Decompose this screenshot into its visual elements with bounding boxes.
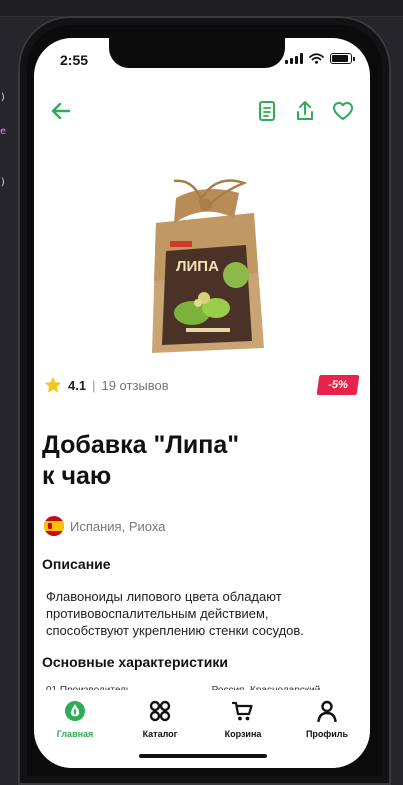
wifi-icon — [309, 53, 324, 64]
editor-line: ) — [0, 177, 7, 188]
back-button[interactable] — [48, 98, 74, 124]
tab-home-label: Главная — [56, 729, 94, 739]
tab-home[interactable]: Главная — [40, 700, 110, 739]
origin-text: Испания, Риоха — [70, 518, 166, 534]
share-icon — [297, 101, 313, 120]
characteristics-heading: Основные характеристики — [42, 654, 228, 670]
product-title-line-2: к чаю — [42, 462, 112, 490]
heart-icon — [333, 102, 353, 120]
status-time: 2:55 — [60, 52, 89, 68]
app-screen: 2:55 ЛИПА 4.1 | 19 отзывов -5% Добавка "… — [34, 38, 370, 768]
share-button[interactable] — [292, 98, 318, 124]
tab-cart[interactable]: Корзина — [208, 700, 278, 739]
tab-catalog[interactable]: Каталог — [125, 700, 195, 739]
home-indicator[interactable] — [139, 754, 267, 758]
editor-line: ) — [0, 92, 7, 103]
editor-line: e — [0, 126, 7, 137]
spain-flag-icon — [44, 516, 64, 536]
editor-topbar — [0, 0, 403, 17]
spar-logo-icon — [65, 701, 85, 721]
description-heading: Описание — [42, 556, 111, 572]
document-icon — [259, 101, 275, 121]
rating[interactable]: 4.1 | 19 отзывов — [44, 376, 169, 394]
description-text: Флавоноиды липового цвета обладают проти… — [46, 589, 304, 638]
discount-badge: -5% — [316, 375, 360, 395]
product-top-bar — [34, 94, 370, 128]
product-title: Добавка "Липа" к чаю — [42, 430, 342, 492]
arrow-left-icon — [51, 102, 71, 120]
star-icon — [44, 376, 62, 393]
reviews-count[interactable]: 19 отзывов — [101, 378, 168, 393]
document-button[interactable] — [254, 98, 280, 124]
status-icons — [285, 53, 355, 64]
signal-icon — [285, 53, 303, 64]
product-image: ЛИПА — [104, 163, 304, 363]
user-icon — [317, 700, 337, 722]
tab-profile[interactable]: Профиль — [292, 700, 362, 739]
tab-profile-label: Профиль — [305, 729, 349, 739]
cart-icon — [232, 701, 253, 721]
battery-icon — [330, 53, 355, 64]
rating-separator: | — [92, 377, 96, 393]
product-label-text: ЛИПА — [176, 258, 219, 275]
phone-notch — [109, 38, 285, 68]
tab-cart-label: Корзина — [224, 729, 262, 739]
product-title-line-1: Добавка "Липа" — [42, 431, 240, 459]
tab-catalog-label: Каталог — [142, 729, 178, 739]
favorite-button[interactable] — [330, 98, 356, 124]
grid-icon — [149, 700, 171, 722]
product-origin: Испания, Риоха — [44, 516, 165, 536]
rating-score: 4.1 — [68, 377, 87, 393]
